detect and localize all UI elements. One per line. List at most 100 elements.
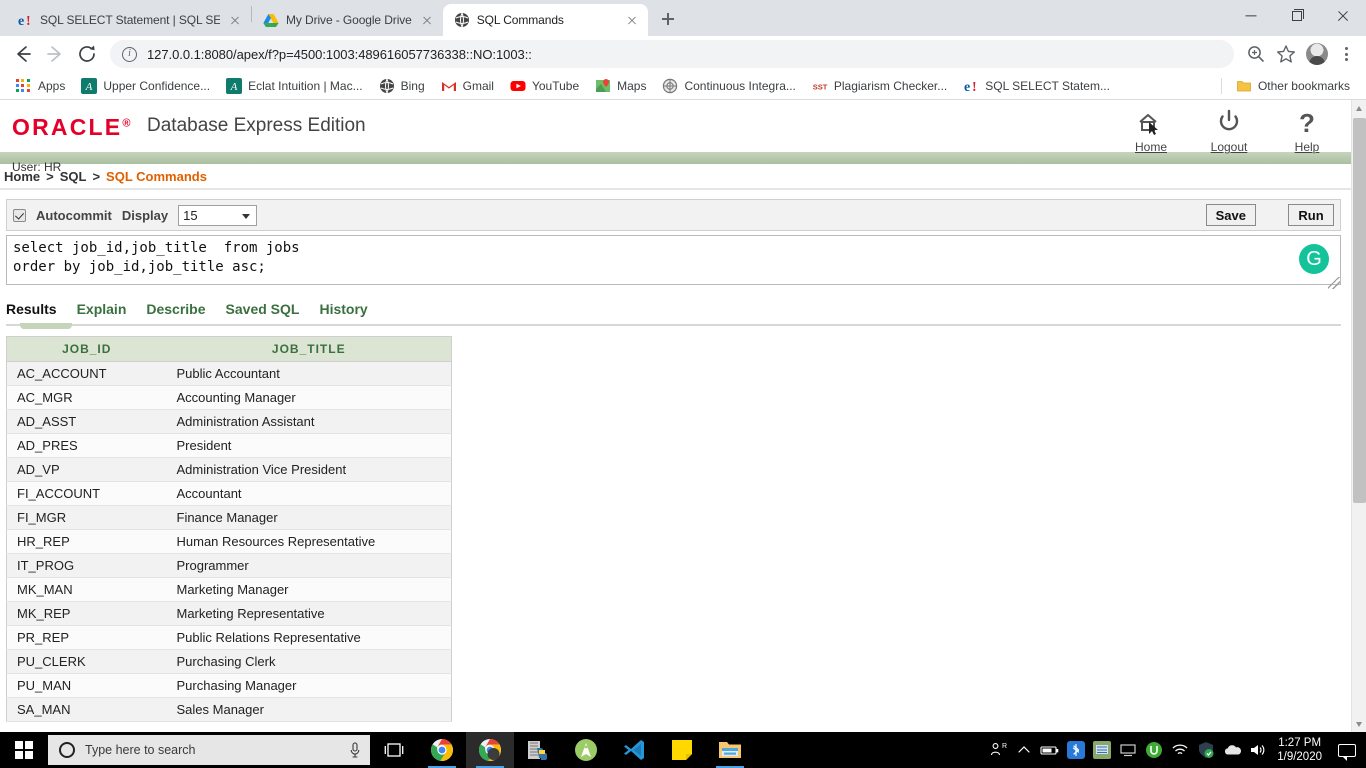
close-icon[interactable] xyxy=(227,12,243,28)
onedrive-icon[interactable] xyxy=(1219,732,1245,768)
network-map-icon[interactable] xyxy=(1089,732,1115,768)
bookmark-sql-select-statement[interactable]: e ! SQL SELECT Statem... xyxy=(955,74,1118,98)
cell-job-id: AC_ACCOUNT xyxy=(6,361,167,386)
bookmark-gmail[interactable]: Gmail xyxy=(433,74,502,98)
bookmark-label: Continuous Integra... xyxy=(684,78,796,93)
cell-job-title: Administration Assistant xyxy=(166,409,452,434)
close-icon[interactable] xyxy=(419,12,435,28)
display-icon[interactable] xyxy=(1115,732,1141,768)
scroll-up-icon[interactable] xyxy=(1352,100,1366,116)
browser-tab-1[interactable]: My Drive - Google Drive xyxy=(252,4,443,36)
back-button[interactable] xyxy=(8,39,38,69)
taskbar-app-file-explorer[interactable] xyxy=(706,732,754,768)
display-count-select[interactable]: 15 xyxy=(178,204,258,226)
taskbar-app-vscode[interactable] xyxy=(610,732,658,768)
header-link-help[interactable]: ? Help xyxy=(1281,108,1333,154)
close-icon[interactable] xyxy=(624,12,640,28)
browser-tab-0[interactable]: e ! SQL SELECT Statement | SQL SELE xyxy=(6,4,251,36)
gmail-icon xyxy=(441,78,457,94)
taskbar-app-sticky-notes[interactable] xyxy=(658,732,706,768)
new-tab-button[interactable] xyxy=(654,5,682,33)
profile-avatar[interactable] xyxy=(1306,43,1328,65)
tab-explain[interactable]: Explain xyxy=(77,301,127,320)
breadcrumb-current: SQL Commands xyxy=(106,168,207,184)
autocommit-checkbox[interactable] xyxy=(13,208,26,222)
bookmark-bing[interactable]: Bing xyxy=(371,74,433,98)
column-header-job-id[interactable]: JOB_ID xyxy=(6,336,167,362)
close-window-button[interactable] xyxy=(1320,0,1366,32)
chrome-icon xyxy=(431,739,453,761)
chrome-menu-button[interactable] xyxy=(1334,42,1358,66)
maximize-button[interactable] xyxy=(1274,0,1320,32)
bookmark-label: Apps xyxy=(38,78,66,93)
editor-resize-handle[interactable] xyxy=(1328,277,1340,289)
bookmarks-divider xyxy=(1220,77,1222,94)
svg-text:?: ? xyxy=(1299,108,1315,138)
task-view-icon[interactable] xyxy=(370,732,418,768)
people-icon[interactable]: R xyxy=(985,732,1011,768)
run-button[interactable]: Run xyxy=(1288,204,1334,226)
site-info-icon[interactable] xyxy=(122,46,137,62)
cell-job-id: PU_MAN xyxy=(6,673,167,698)
scrollbar-thumb[interactable] xyxy=(1353,118,1366,503)
tab-history[interactable]: History xyxy=(319,301,367,320)
show-hidden-icons-icon[interactable] xyxy=(1011,732,1037,768)
breadcrumb-separator: > xyxy=(92,168,101,184)
taskbar-app-chrome-1[interactable] xyxy=(418,732,466,768)
security-icon[interactable] xyxy=(1193,732,1219,768)
microphone-icon[interactable] xyxy=(348,741,362,759)
wifi-icon[interactable] xyxy=(1167,732,1193,768)
start-button[interactable] xyxy=(0,732,48,768)
header-link-home[interactable]: Home xyxy=(1125,108,1177,154)
tab-describe[interactable]: Describe xyxy=(146,301,205,320)
page-scrollbar[interactable] xyxy=(1351,100,1366,732)
zoom-icon[interactable] xyxy=(1242,40,1270,68)
bookmark-label: Eclat Intuition | Mac... xyxy=(248,78,363,93)
taskbar-clock[interactable]: 1:27 PM 1/9/2020 xyxy=(1271,736,1332,764)
eclat-icon: e ! xyxy=(17,12,33,29)
browser-tab-2[interactable]: SQL Commands xyxy=(442,4,648,36)
table-row: AC_MGR Accounting Manager xyxy=(6,385,452,410)
scroll-down-icon[interactable] xyxy=(1352,716,1366,732)
bookmark-apps[interactable]: Apps xyxy=(8,74,73,98)
cell-job-id: PR_REP xyxy=(6,625,167,650)
utorrent-icon[interactable] xyxy=(1141,732,1167,768)
battery-icon[interactable] xyxy=(1037,732,1063,768)
tab-results[interactable]: Results xyxy=(6,301,57,320)
other-bookmarks-button[interactable]: Other bookmarks xyxy=(1228,74,1358,98)
tab-saved-sql[interactable]: Saved SQL xyxy=(226,301,300,320)
forward-button[interactable] xyxy=(40,39,70,69)
bookmark-plagiarism-checker[interactable]: SST Plagiarism Checker... xyxy=(804,74,955,98)
grammarly-icon[interactable]: G xyxy=(1299,244,1329,274)
breadcrumb-item-sql[interactable]: SQL xyxy=(60,169,87,184)
results-table: JOB_ID JOB_TITLE AC_ACCOUNT Public Accoun… xyxy=(6,336,452,722)
browser-tab-title: SQL Commands xyxy=(476,13,564,27)
cortana-circle-icon xyxy=(59,742,75,758)
eclat-au-icon: A xyxy=(226,77,243,94)
bookmark-continuous-integration[interactable]: Continuous Integra... xyxy=(654,74,803,98)
volume-icon[interactable] xyxy=(1245,732,1271,768)
sql-editor-input[interactable] xyxy=(6,235,1341,285)
tab-underline xyxy=(6,324,1341,326)
reload-button[interactable] xyxy=(72,39,102,69)
address-bar[interactable]: 127.0.0.1:8080/apex/f?p=4500:1003:489616… xyxy=(110,40,1234,68)
minimize-button[interactable] xyxy=(1228,0,1274,32)
chevron-down-icon xyxy=(242,213,251,219)
eclat-icon: e ! xyxy=(963,78,979,95)
bookmark-eclat-intuition[interactable]: A Eclat Intuition | Mac... xyxy=(218,74,371,98)
action-center-button[interactable] xyxy=(1332,732,1362,768)
bookmark-upper-confidence[interactable]: A Upper Confidence... xyxy=(73,74,218,98)
taskbar-app-chrome-2[interactable] xyxy=(466,732,514,768)
svg-text:e: e xyxy=(964,80,970,94)
bookmark-star-icon[interactable] xyxy=(1272,40,1300,68)
bookmark-youtube[interactable]: YouTube xyxy=(502,74,587,98)
taskbar-app-python[interactable] xyxy=(514,732,562,768)
taskbar-search-input[interactable]: Type here to search xyxy=(48,735,370,765)
header-link-logout[interactable]: Logout xyxy=(1203,108,1255,154)
column-header-job-title[interactable]: JOB_TITLE xyxy=(166,336,452,362)
bookmark-maps[interactable]: Maps xyxy=(587,74,654,98)
taskbar-app-android-studio[interactable] xyxy=(562,732,610,768)
save-button[interactable]: Save xyxy=(1205,204,1256,226)
bluetooth-icon[interactable] xyxy=(1063,732,1089,768)
cell-job-id: PU_CLERK xyxy=(6,649,167,674)
